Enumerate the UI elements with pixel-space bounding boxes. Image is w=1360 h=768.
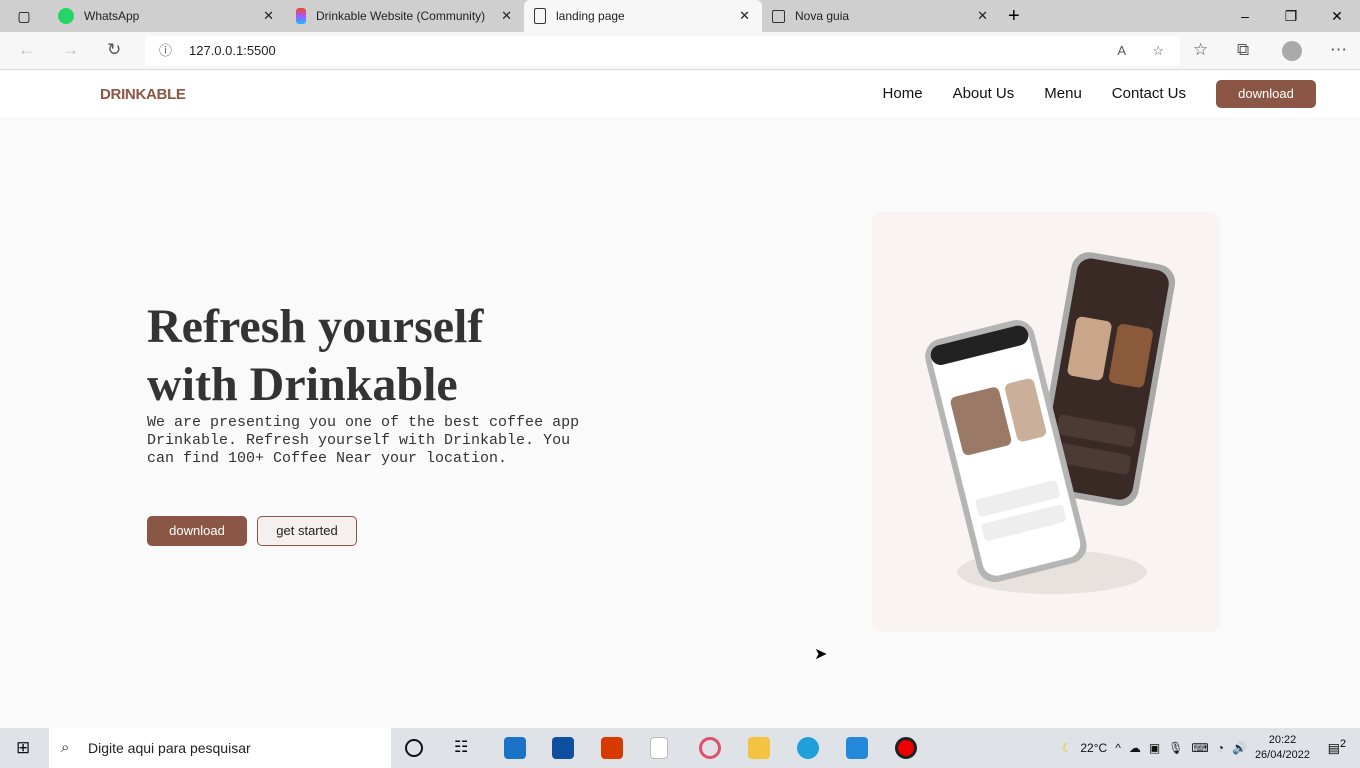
system-tray: ☾ 22°C ^ ☁ ▣ 🎙 ⌨ ◔ 🔊 20:22 26/04/2022: [1062, 728, 1310, 768]
clock[interactable]: 20:22 26/04/2022: [1255, 733, 1310, 763]
new-tab-icon: [772, 9, 785, 23]
refresh-icon[interactable]: ↻: [107, 40, 121, 60]
windows-start-icon[interactable]: ⊞: [16, 738, 30, 758]
favorites-icon[interactable]: ☆: [1193, 40, 1208, 60]
vscode-icon[interactable]: [846, 737, 868, 759]
search-icon: ⌕: [61, 739, 70, 756]
more-icon[interactable]: ⋯: [1330, 40, 1347, 60]
taskbar-search-input[interactable]: ⌕ Digite aqui para pesquisar: [49, 728, 391, 768]
minimize-icon[interactable]: –: [1222, 0, 1268, 32]
wifi-icon[interactable]: ◔: [1217, 741, 1224, 755]
microphone-icon[interactable]: 🎙: [1168, 741, 1183, 755]
forward-icon[interactable]: →: [62, 40, 79, 60]
tab-label: Drinkable Website (Community): [316, 9, 486, 23]
page-icon: [534, 8, 546, 24]
temperature[interactable]: 22°C: [1080, 741, 1107, 755]
logo[interactable]: DRINKABLE: [100, 86, 186, 103]
tab-label: landing page: [556, 9, 625, 23]
tab-label: Nova guia: [795, 9, 850, 23]
notifications-icon[interactable]: ▤2: [1328, 738, 1346, 756]
tab-whatsapp[interactable]: WhatsApp ✕: [48, 0, 286, 32]
restore-icon[interactable]: ❐: [1268, 0, 1314, 32]
hero-description: We are presenting you one of the best co…: [147, 414, 580, 467]
meet-icon[interactable]: ▣: [1149, 741, 1160, 755]
main-nav: Home About Us Menu Contact Us: [883, 85, 1186, 102]
onedrive-icon[interactable]: ☁: [1129, 741, 1141, 755]
title-line: with Drinkable: [147, 358, 458, 411]
address-bar: ← → ↻ ⓘ 127.0.0.1:5500 A ☆ ☆ ⧉ ⋯: [0, 32, 1360, 70]
add-favorite-icon[interactable]: ☆: [1152, 36, 1164, 66]
input-icon[interactable]: ⌨: [1191, 741, 1208, 755]
hero-title: Refresh yourself with Drinkable: [147, 298, 483, 414]
tab-figma[interactable]: Drinkable Website (Community) ✕: [286, 0, 524, 32]
tab-bar: ▢ WhatsApp ✕ Drinkable Website (Community…: [0, 0, 1360, 32]
search-placeholder: Digite aqui para pesquisar: [88, 740, 251, 756]
tab-nova-guia[interactable]: Nova guia ✕: [762, 0, 1000, 32]
recorder-icon[interactable]: [895, 737, 917, 759]
edge-icon[interactable]: [797, 737, 819, 759]
time: 20:22: [1268, 734, 1297, 746]
chevron-up-icon[interactable]: ^: [1115, 741, 1121, 755]
profile-avatar[interactable]: [1282, 41, 1302, 61]
info-icon: ⓘ: [159, 43, 173, 58]
nav-home[interactable]: Home: [883, 85, 923, 102]
opera-icon[interactable]: [699, 737, 721, 759]
nav-contact-us[interactable]: Contact Us: [1112, 85, 1186, 102]
nav-menu[interactable]: Menu: [1044, 85, 1082, 102]
close-icon[interactable]: ✕: [501, 8, 512, 24]
volume-icon[interactable]: 🔊: [1232, 741, 1247, 755]
nav-about-us[interactable]: About Us: [953, 85, 1015, 102]
hero-image: [872, 212, 1220, 632]
tab-actions-icon[interactable]: ▢: [0, 8, 48, 25]
mail-icon[interactable]: [504, 737, 526, 759]
whatsapp-icon: [58, 8, 74, 24]
close-icon[interactable]: ✕: [739, 8, 750, 24]
back-icon[interactable]: ←: [18, 40, 35, 60]
office-icon[interactable]: [601, 737, 623, 759]
tab-landing-page[interactable]: landing page ✕: [524, 0, 762, 32]
url-text: 127.0.0.1:5500: [189, 43, 276, 58]
close-window-icon[interactable]: ✕: [1314, 0, 1360, 32]
get-started-button[interactable]: get started: [257, 516, 357, 546]
notepad-icon[interactable]: [650, 737, 668, 759]
close-icon[interactable]: ✕: [263, 8, 274, 24]
file-explorer-icon[interactable]: [748, 737, 770, 759]
url-input[interactable]: ⓘ 127.0.0.1:5500 A ☆: [145, 36, 1180, 66]
notification-count: 2: [1339, 738, 1346, 750]
read-aloud-icon[interactable]: A: [1117, 36, 1126, 66]
nav-download-button[interactable]: download: [1216, 80, 1316, 108]
title-line: Refresh yourself: [147, 300, 484, 353]
close-icon[interactable]: ✕: [977, 8, 988, 24]
weather-moon-icon: ☾: [1061, 741, 1073, 755]
site-header: DRINKABLE Home About Us Menu Contact Us …: [0, 71, 1360, 117]
new-tab-button[interactable]: +: [1008, 5, 1020, 28]
figma-icon: [296, 8, 306, 24]
task-view-icon[interactable]: ☷: [454, 737, 476, 759]
download-button[interactable]: download: [147, 516, 247, 546]
mouse-cursor: ➤: [814, 646, 828, 663]
cortana-icon[interactable]: [405, 739, 423, 757]
store-icon[interactable]: [552, 737, 574, 759]
taskbar: ⊞ ⌕ Digite aqui para pesquisar ☷ ☾ 22°C ^…: [0, 728, 1360, 768]
collections-icon[interactable]: ⧉: [1237, 40, 1249, 60]
tab-label: WhatsApp: [84, 9, 140, 23]
date: 26/04/2022: [1254, 749, 1310, 761]
